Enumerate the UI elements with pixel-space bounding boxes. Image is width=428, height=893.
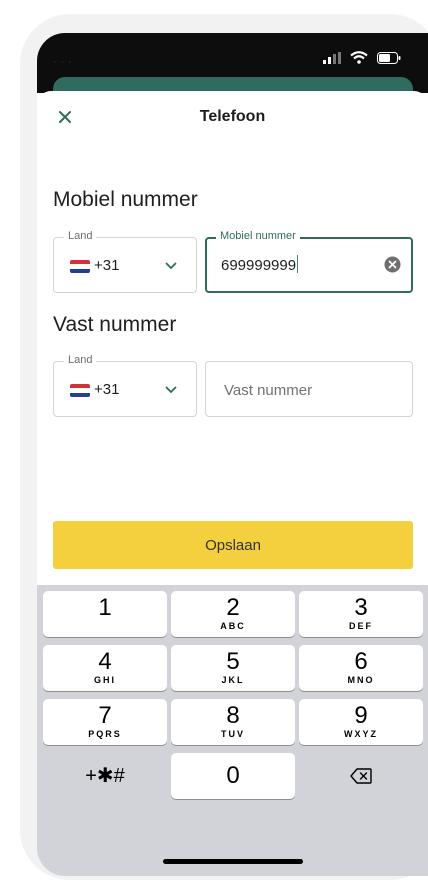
key-digit: 1 xyxy=(98,594,112,621)
key-0[interactable]: 0 xyxy=(171,753,295,799)
phone-edit-sheet: Telefoon Mobiel nummer Land +31 Mobiel n… xyxy=(37,91,428,591)
mobile-country-legend: Land xyxy=(64,230,97,242)
key-letters: GHI xyxy=(93,675,116,685)
landline-country-legend: Land xyxy=(64,354,97,366)
key-1[interactable]: 1 xyxy=(43,591,167,637)
key-letters: ABC xyxy=(220,621,246,631)
key-digit: 0 xyxy=(226,762,240,789)
key-6[interactable]: 6 MNO xyxy=(299,645,423,691)
clear-icon[interactable] xyxy=(384,256,401,273)
key-4[interactable]: 4 GHI xyxy=(43,645,167,691)
battery-icon xyxy=(377,51,401,64)
key-9[interactable]: 9 WXYZ xyxy=(299,699,423,745)
key-digit: 5 xyxy=(226,648,240,675)
key-symbols[interactable]: +✱# xyxy=(43,753,167,799)
mobile-number-text: 699999999 xyxy=(221,257,297,274)
key-3[interactable]: 3 DEF xyxy=(299,591,423,637)
landline-country-select[interactable]: Land +31 xyxy=(53,354,197,417)
key-digit: 7 xyxy=(98,702,112,729)
key-letters: MNO xyxy=(347,675,375,685)
key-digit: 6 xyxy=(354,648,368,675)
mobile-number-legend: Mobiel nummer xyxy=(216,230,300,242)
key-digit: 8 xyxy=(226,702,240,729)
status-icons xyxy=(323,51,401,64)
key-8[interactable]: 8 TUV xyxy=(171,699,295,745)
landline-number-field[interactable]: Vast nummer xyxy=(205,361,413,417)
backspace-icon xyxy=(350,768,372,784)
landline-number-placeholder: Vast nummer xyxy=(224,382,313,399)
mobile-section-title: Mobiel nummer xyxy=(53,188,198,211)
key-digit: 4 xyxy=(98,648,112,675)
sheet-title: Telefoon xyxy=(199,108,266,125)
home-indicator xyxy=(163,859,303,864)
landline-dial-code: +31 xyxy=(94,381,120,398)
save-button[interactable]: Opslaan xyxy=(53,521,413,569)
nl-flag-icon xyxy=(70,260,90,273)
landline-section-title: Vast nummer xyxy=(53,313,177,336)
status-time: ... xyxy=(53,51,76,66)
key-digit: 9 xyxy=(354,702,368,729)
nl-flag-icon xyxy=(70,384,90,397)
chevron-down-icon xyxy=(165,262,177,270)
mobile-number-value[interactable]: 699999999 xyxy=(221,255,299,274)
wifi-icon xyxy=(350,51,368,64)
key-7[interactable]: 7 PQRS xyxy=(43,699,167,745)
numeric-keypad: 1 2 ABC 3 DEF 4 GHI 5 JKL 6 MNO 7 PQRS 8… xyxy=(37,585,428,876)
key-letters: DEF xyxy=(349,621,373,631)
key-5[interactable]: 5 JKL xyxy=(171,645,295,691)
mobile-country-select[interactable]: Land +31 xyxy=(53,230,197,293)
key-symbols-label: +✱# xyxy=(85,765,125,787)
chevron-down-icon xyxy=(165,386,177,394)
key-letters: WXYZ xyxy=(344,729,378,739)
text-caret xyxy=(297,255,299,273)
key-digit: 3 xyxy=(354,594,368,621)
mobile-dial-code: +31 xyxy=(94,257,120,274)
key-letters: PQRS xyxy=(88,729,122,739)
key-digit: 2 xyxy=(226,594,240,621)
mobile-number-field[interactable]: Mobiel nummer 699999999 xyxy=(205,230,413,293)
key-delete[interactable] xyxy=(299,753,423,799)
cellular-signal-icon xyxy=(323,51,341,64)
key-2[interactable]: 2 ABC xyxy=(171,591,295,637)
key-letters: TUV xyxy=(221,729,245,739)
key-letters: JKL xyxy=(221,675,245,685)
phone-screen: ... Telefoon Mobiel nummer Land +31 Mobi… xyxy=(37,33,428,876)
